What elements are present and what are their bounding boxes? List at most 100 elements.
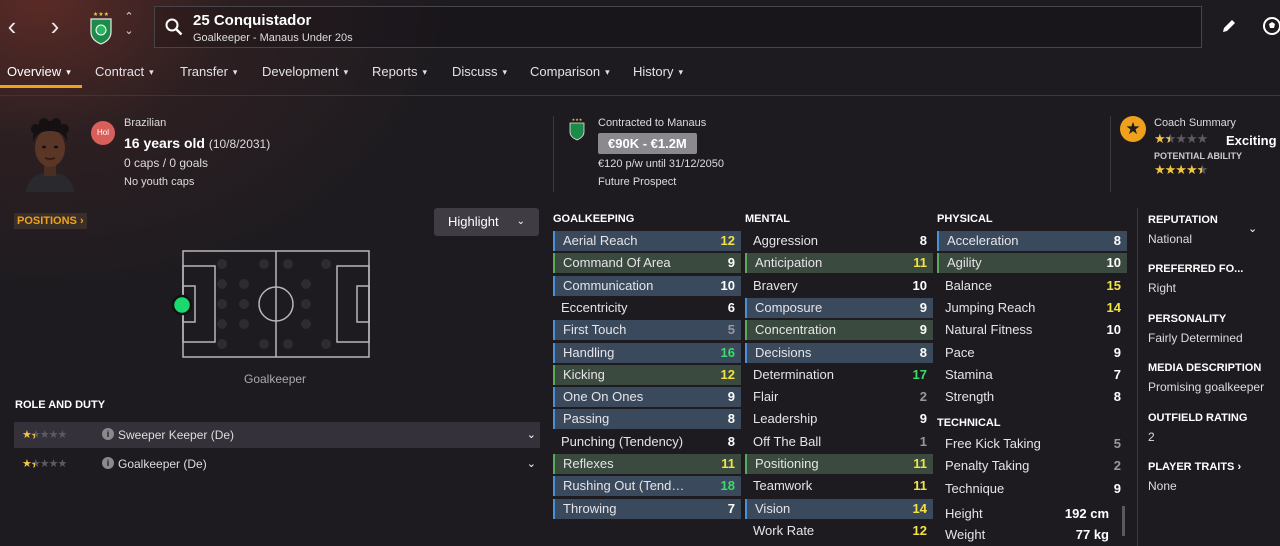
- attribute-name: Aerial Reach: [563, 233, 638, 248]
- tab-history[interactable]: History ▾: [633, 64, 683, 79]
- attribute-name: Anticipation: [755, 255, 823, 271]
- attribute-row[interactable]: Composure 9: [745, 297, 933, 318]
- role-item[interactable]: ★★★★★★ i Sweeper Keeper (De) ⌄: [14, 422, 540, 448]
- player-age: 16 years old (10/8/2031): [124, 135, 271, 151]
- player-switcher[interactable]: ⌃ ⌄: [122, 10, 136, 38]
- chevron-down-icon[interactable]: ⌄: [1248, 222, 1257, 235]
- attribute-row[interactable]: Agility 10: [937, 253, 1127, 274]
- attribute-row[interactable]: Handling 16: [553, 342, 741, 363]
- attribute-row[interactable]: One On Ones 9: [553, 387, 741, 408]
- divider: [1137, 208, 1138, 546]
- attribute-row[interactable]: Concentration 9: [745, 320, 933, 341]
- chevron-down-icon[interactable]: ⌄: [527, 457, 536, 470]
- attribute-row[interactable]: Jumping Reach 14: [937, 298, 1127, 318]
- wage: €120 p/w until 31/12/2050: [598, 158, 724, 170]
- attribute-row[interactable]: Determination 17: [745, 365, 933, 385]
- attribute-name: Penalty Taking: [945, 458, 1030, 474]
- attribute-row[interactable]: Anticipation 11: [745, 253, 933, 274]
- star-icon: ★: [1120, 116, 1146, 142]
- position-pitch[interactable]: [182, 250, 372, 360]
- forward-button[interactable]: ›: [45, 13, 65, 39]
- tab-discuss[interactable]: Discuss ▾: [452, 64, 507, 79]
- attribute-row[interactable]: Command Of Area 9: [553, 253, 741, 274]
- attribute-row[interactable]: Flair 2: [745, 387, 933, 407]
- attribute-row[interactable]: Reflexes 11: [553, 454, 741, 474]
- attribute-row[interactable]: Eccentricity 6: [553, 298, 741, 318]
- info-icon[interactable]: i: [102, 457, 114, 469]
- positions-header[interactable]: POSITIONS ›: [14, 213, 87, 229]
- attribute-row[interactable]: Leadership 9: [745, 409, 933, 429]
- attribute-row[interactable]: Penalty Taking 2: [937, 456, 1127, 476]
- player-search-box[interactable]: 25 Conquistador Goalkeeper - Manaus Unde…: [154, 6, 1202, 48]
- hol-badge[interactable]: Hol: [91, 121, 115, 145]
- attribute-name: Decisions: [755, 344, 812, 360]
- attribute-value: 2: [919, 389, 927, 405]
- attribute-row[interactable]: Pace 9: [937, 343, 1127, 363]
- physique-value: 77 kg: [1075, 527, 1109, 542]
- role-item[interactable]: ★★★★★★ i Goalkeeper (De) ⌄: [14, 451, 540, 477]
- info-value: 2: [1148, 429, 1155, 444]
- attribute-value: 10: [912, 277, 927, 293]
- attribute-row[interactable]: First Touch 5: [553, 320, 741, 341]
- tab-transfer[interactable]: Transfer ▾: [180, 64, 237, 79]
- attribute-row[interactable]: Off The Ball 1: [745, 432, 933, 452]
- football-icon[interactable]: [1262, 16, 1280, 36]
- attribute-row[interactable]: Stamina 7: [937, 365, 1127, 385]
- physique-row: Height 192 cm: [937, 504, 1115, 524]
- info-icon[interactable]: i: [102, 428, 114, 440]
- attribute-row[interactable]: Bravery 10: [745, 276, 933, 296]
- caps-goals: 0 caps / 0 goals: [124, 156, 209, 170]
- attribute-name: Vision: [755, 500, 791, 516]
- club-badge-icon[interactable]: ★★★: [88, 10, 114, 46]
- scrollbar[interactable]: [1122, 506, 1125, 536]
- back-button[interactable]: ‹: [2, 13, 22, 39]
- attribute-row[interactable]: Work Rate 12: [745, 521, 933, 541]
- chevron-down-icon[interactable]: ⌄: [527, 428, 536, 441]
- attribute-row[interactable]: Teamwork 11: [745, 476, 933, 496]
- attribute-value: 14: [1106, 299, 1121, 315]
- tab-reports[interactable]: Reports ▾: [372, 64, 427, 79]
- attribute-row[interactable]: Acceleration 8: [937, 231, 1127, 251]
- role-name: Sweeper Keeper (De): [118, 428, 235, 442]
- attribute-row[interactable]: Decisions 8: [745, 342, 933, 363]
- attribute-row[interactable]: Positioning 11: [745, 454, 933, 474]
- attribute-row[interactable]: Technique 9: [937, 479, 1127, 499]
- highlight-dropdown[interactable]: Highlight ⌄: [434, 208, 539, 236]
- attribute-row[interactable]: Punching (Tendency) 8: [553, 432, 741, 452]
- chevron-up-icon[interactable]: ⌃: [122, 10, 136, 24]
- attribute-row[interactable]: Aggression 8: [745, 231, 933, 251]
- attribute-name: Strength: [945, 389, 995, 405]
- attribute-row[interactable]: Natural Fitness 10: [937, 320, 1127, 340]
- attribute-row[interactable]: Passing 8: [553, 409, 741, 430]
- pencil-icon[interactable]: [1220, 17, 1238, 35]
- attribute-name: Command Of Area: [563, 255, 671, 271]
- attribute-row[interactable]: Balance 15: [937, 276, 1127, 296]
- attribute-row[interactable]: Free Kick Taking 5: [937, 434, 1127, 454]
- attribute-row[interactable]: Aerial Reach 12: [553, 231, 741, 251]
- attribute-name: Eccentricity: [561, 299, 628, 315]
- attribute-row[interactable]: Kicking 12: [553, 364, 741, 385]
- goalkeeping-header: GOALKEEPING: [553, 213, 635, 225]
- info-label: PERSONALITY: [1148, 312, 1227, 325]
- active-tab-indicator: [0, 85, 82, 88]
- info-value: Fairly Determined: [1148, 330, 1243, 345]
- attribute-name: One On Ones: [563, 389, 644, 405]
- tab-overview[interactable]: Overview ▾: [7, 64, 71, 79]
- role-duty-header: ROLE AND DUTY: [15, 399, 106, 411]
- goalkeeper-position-marker[interactable]: [170, 293, 194, 317]
- attribute-row[interactable]: Throwing 7: [553, 498, 741, 519]
- attribute-row[interactable]: Vision 14: [745, 498, 933, 519]
- attribute-name: Technique: [945, 480, 1005, 496]
- info-label[interactable]: PLAYER TRAITS ›: [1148, 461, 1241, 473]
- attribute-row[interactable]: Strength 8: [937, 387, 1127, 407]
- physique-label: Weight: [945, 527, 986, 542]
- tab-comparison[interactable]: Comparison ▾: [530, 64, 610, 79]
- attribute-name: Concentration: [755, 322, 836, 338]
- tab-development[interactable]: Development ▾: [262, 64, 348, 79]
- chevron-down-icon[interactable]: ⌄: [122, 24, 136, 38]
- attribute-name: Work Rate: [753, 522, 815, 538]
- attribute-row[interactable]: Rushing Out (Tend… 18: [553, 476, 741, 497]
- attribute-row[interactable]: Communication 10: [553, 275, 741, 296]
- tab-contract[interactable]: Contract ▾: [95, 64, 154, 79]
- contract-club[interactable]: Contracted to Manaus: [598, 117, 706, 129]
